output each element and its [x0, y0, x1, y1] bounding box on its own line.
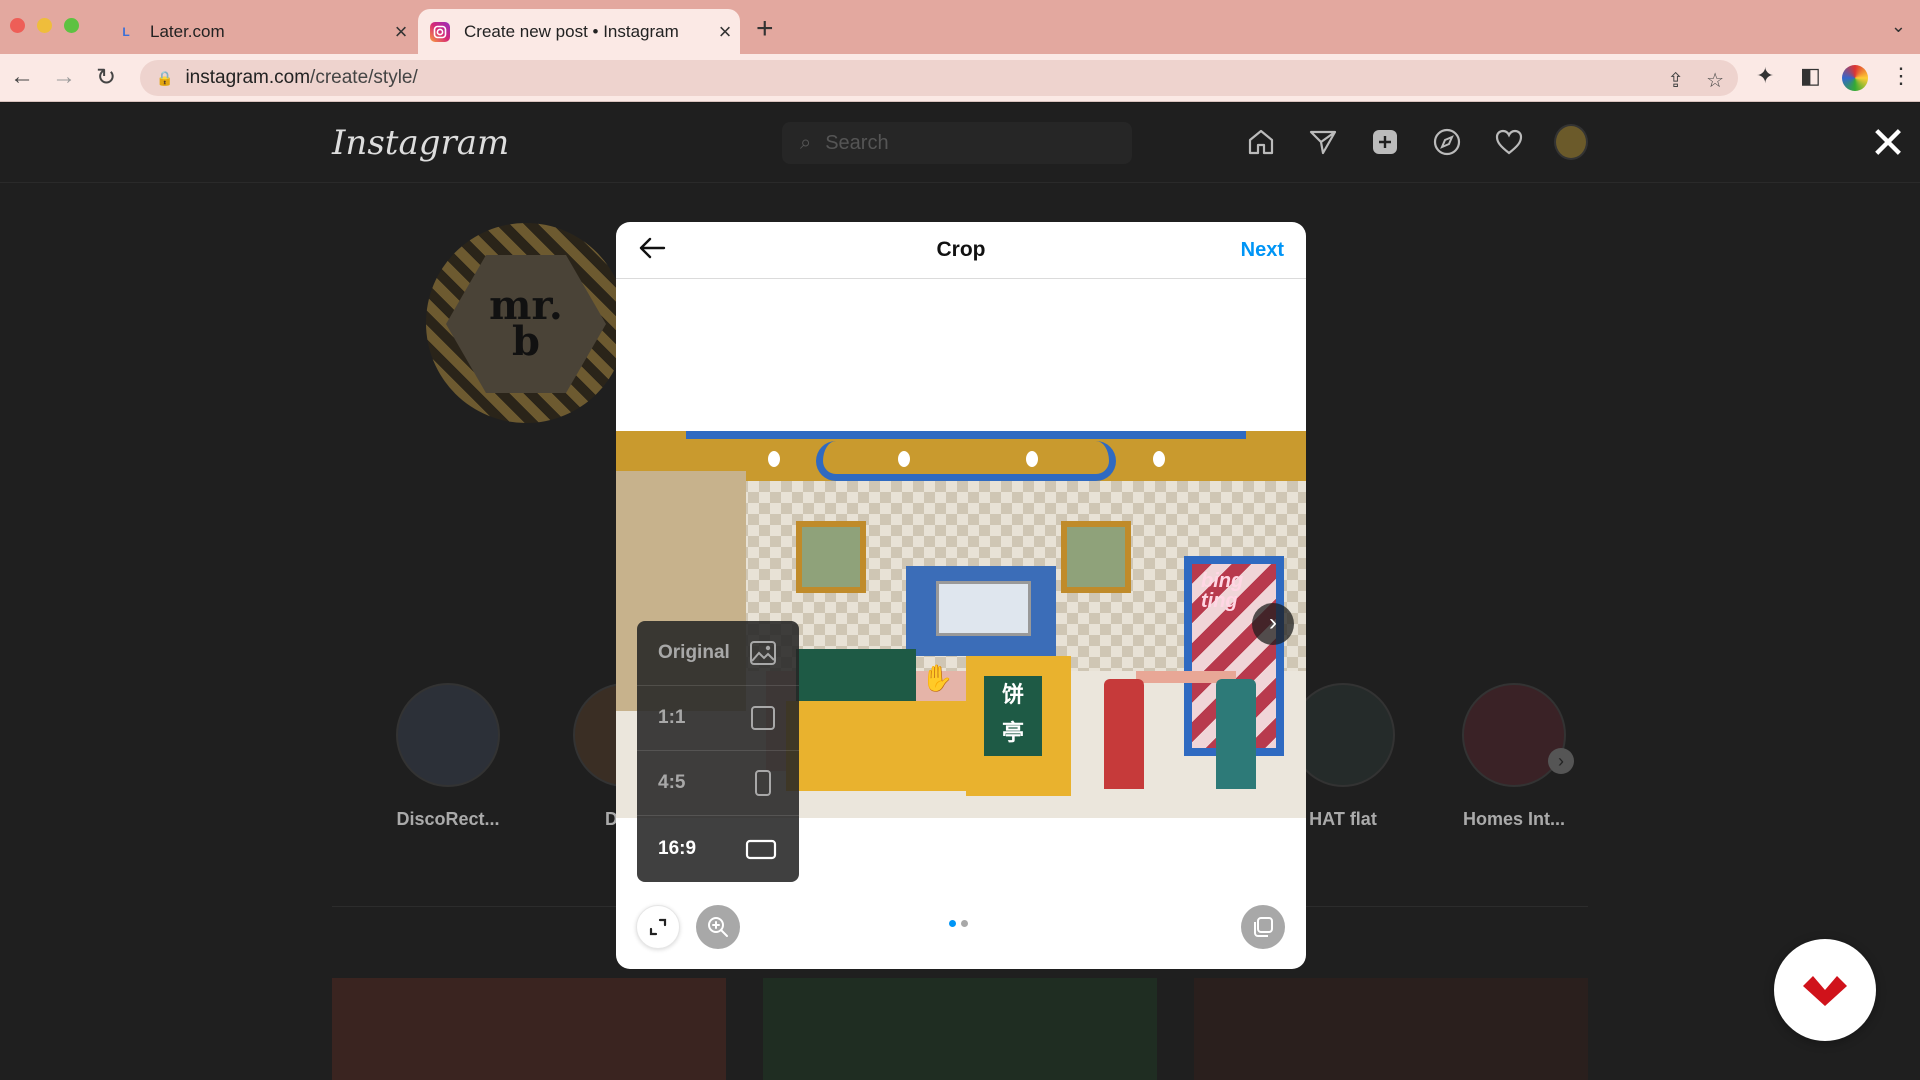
- zoom-button[interactable]: [696, 905, 740, 949]
- carousel-dot: [961, 920, 968, 927]
- search-placeholder: Search: [825, 131, 889, 154]
- side-panel-icon[interactable]: ◧: [1800, 63, 1821, 89]
- tab-instagram-create[interactable]: Create new post • Instagram ×: [418, 9, 740, 54]
- expand-arrows-icon: [649, 918, 667, 936]
- multiple-pages-icon: [1254, 917, 1273, 937]
- next-button[interactable]: Next: [1241, 239, 1284, 262]
- tab-close-icon[interactable]: ×: [710, 19, 740, 45]
- profile-avatar-icon[interactable]: [1842, 65, 1868, 91]
- instagram-nav: [1244, 124, 1588, 160]
- carousel-dots: [949, 920, 968, 927]
- instagram-icon: [430, 21, 450, 42]
- open-media-gallery-button[interactable]: [1241, 905, 1285, 949]
- new-post-icon[interactable]: [1368, 125, 1402, 159]
- post-thumbnail[interactable]: [1194, 978, 1588, 1080]
- reload-icon[interactable]: ↻: [96, 63, 116, 92]
- minimize-window-button[interactable]: [37, 18, 52, 33]
- extensions-puzzle-icon[interactable]: ✦: [1756, 63, 1774, 89]
- instagram-header: Instagram ⌕ Search: [0, 103, 1920, 183]
- tab-title: Create new post • Instagram: [464, 21, 679, 41]
- photo-neon-text: bing ting: [1201, 570, 1244, 612]
- close-modal-icon[interactable]: ✕: [1868, 122, 1908, 166]
- browser-tab-bar: L Later.com × Create new post • Instagra…: [0, 0, 1920, 54]
- grab-hand-cursor-icon: ✋: [921, 663, 954, 693]
- back-arrow-icon[interactable]: [636, 232, 668, 272]
- explore-icon[interactable]: [1430, 125, 1464, 159]
- crop-option-label: Original: [658, 642, 730, 663]
- forward-arrow-icon[interactable]: →: [52, 63, 76, 91]
- image-icon: [749, 639, 777, 667]
- post-thumbnail[interactable]: [332, 978, 726, 1080]
- crop-option-16-9[interactable]: 16:9: [637, 816, 799, 881]
- post-thumbnail[interactable]: [763, 978, 1157, 1080]
- maximize-window-button[interactable]: [64, 18, 79, 33]
- crop-option-label: 1:1: [658, 707, 686, 728]
- browser-toolbar: ← → ↻ 🔒 instagram.com/create/style/ ⇪ ☆ …: [0, 54, 1920, 102]
- instagram-logo[interactable]: Instagram: [332, 123, 509, 163]
- select-crop-button[interactable]: [636, 905, 680, 949]
- lock-icon: 🔒: [156, 69, 174, 86]
- crop-option-original[interactable]: Original: [637, 621, 799, 686]
- crop-option-label: 4:5: [658, 772, 686, 793]
- profile-badge-text: mr. b: [446, 255, 606, 393]
- highlight-label: Homes Int...: [1462, 809, 1565, 829]
- new-tab-plus-icon[interactable]: +: [756, 12, 774, 46]
- url-text: instagram.com/create/style/: [185, 67, 418, 88]
- bookmark-star-icon[interactable]: ☆: [1706, 68, 1724, 93]
- address-bar[interactable]: 🔒 instagram.com/create/style/ ⇪ ☆: [140, 60, 1738, 96]
- search-icon: ⌕: [800, 131, 812, 154]
- home-icon[interactable]: [1244, 125, 1278, 159]
- tab-title: Later.com: [150, 21, 225, 41]
- tab-close-icon[interactable]: ×: [386, 19, 416, 45]
- zoom-in-icon: [708, 917, 728, 937]
- highlights-next-chevron-icon[interactable]: ›: [1548, 748, 1574, 774]
- profile-avatar[interactable]: [1554, 124, 1588, 160]
- landscape-rect-icon: [745, 835, 777, 863]
- back-arrow-icon[interactable]: ←: [10, 63, 34, 91]
- tab-search-chevron-icon[interactable]: ⌄: [1891, 16, 1906, 37]
- close-window-button[interactable]: [10, 18, 25, 33]
- later-extension-button[interactable]: [1774, 939, 1876, 1041]
- crop-option-4-5[interactable]: 4:5: [637, 751, 799, 816]
- browser-menu-icon[interactable]: ⋮: [1890, 63, 1912, 89]
- highlight-label: DiscoRect...: [396, 809, 500, 829]
- create-post-modal: Crop Next 饼 亭 bing ting ✋ › Original 1:1…: [616, 222, 1306, 969]
- crop-option-label: 16:9: [658, 837, 697, 859]
- photo-sign-text: 饼 亭: [984, 676, 1042, 756]
- later-logo-icon: L: [122, 24, 130, 39]
- portrait-rect-icon: [749, 769, 777, 797]
- profile-picture[interactable]: mr. b: [426, 223, 626, 423]
- square-icon: [749, 704, 777, 732]
- modal-title: Crop: [936, 238, 986, 261]
- direct-icon[interactable]: [1306, 125, 1340, 159]
- tab-later[interactable]: L Later.com ×: [104, 9, 416, 54]
- crop-option-1-1[interactable]: 1:1: [637, 686, 799, 751]
- crop-aspect-menu: Original 1:1 4:5 16:9: [637, 621, 799, 882]
- next-media-chevron-icon[interactable]: ›: [1252, 603, 1294, 645]
- story-highlight[interactable]: DiscoRect...: [393, 683, 503, 830]
- modal-header: Crop Next: [616, 222, 1306, 279]
- search-input[interactable]: ⌕ Search: [782, 122, 1132, 164]
- activity-heart-icon[interactable]: [1492, 125, 1526, 159]
- carousel-dot-active: [949, 920, 956, 927]
- later-logo-icon: [1803, 976, 1847, 1006]
- share-icon[interactable]: ⇪: [1667, 68, 1684, 93]
